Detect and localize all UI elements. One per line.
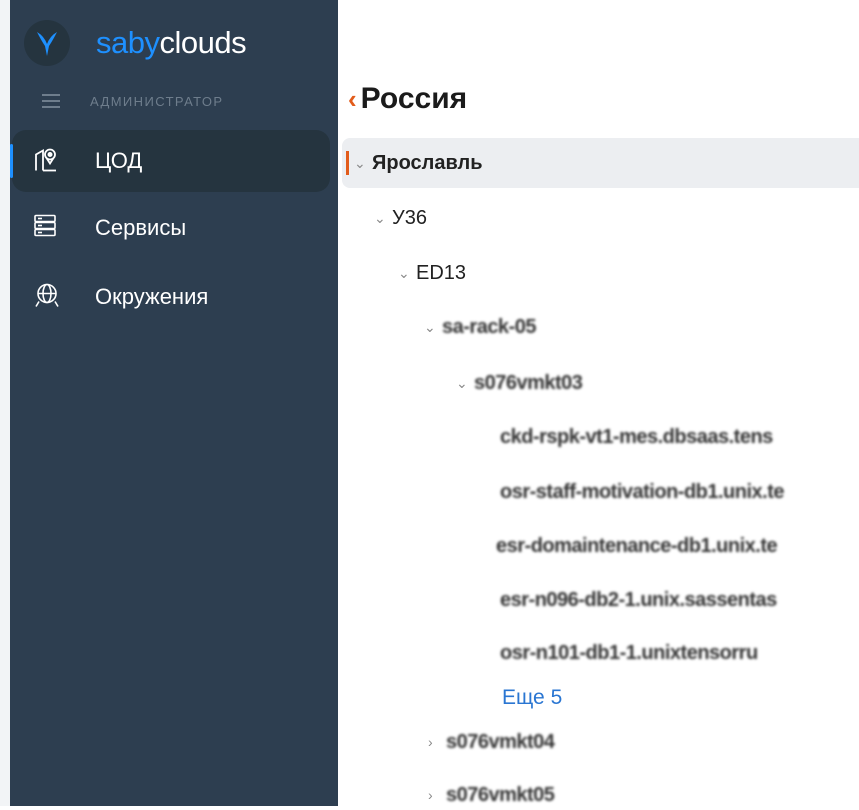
sidebar-item-label: ЦОД: [95, 148, 143, 173]
tree-leaf[interactable]: esr-domaintenance-db1.unix.te: [496, 531, 778, 561]
chevron-down-icon[interactable]: ⌄: [424, 319, 438, 336]
chevron-right-icon[interactable]: ›: [428, 787, 442, 803]
tree-node-label-redacted: s076vmkt04: [446, 730, 555, 753]
tree-node-collapsed[interactable]: › s076vmkt04: [428, 727, 555, 757]
chevron-down-icon[interactable]: ⌄: [398, 265, 412, 282]
tree-leaf-label-redacted: esr-domaintenance-db1.unix.te: [496, 534, 778, 557]
tree-leaf[interactable]: osr-staff-motivation-db1.unix.te: [500, 477, 785, 507]
page-header: ‹ Россия: [348, 82, 467, 116]
tree-node-rack[interactable]: ⌄ sa-rack-05: [424, 312, 536, 342]
tree-node-label: ED13: [416, 261, 467, 284]
tree-leaf[interactable]: ckd-rspk-vt1-mes.dbsaas.tens: [500, 422, 773, 452]
tree-node-label-redacted: s076vmkt05: [446, 783, 555, 806]
logo-saby-text: saby: [96, 25, 160, 60]
role-row: АДМИНИСТРАТОР: [42, 88, 224, 114]
chevron-down-icon[interactable]: ⌄: [354, 155, 368, 172]
sidebar-item-services[interactable]: Сервисы: [12, 197, 330, 259]
logo-text: sabyclouds: [96, 25, 247, 61]
selection-marker: [346, 151, 349, 175]
tree-leaf[interactable]: osr-n101-db1-1.unixtensorru: [500, 638, 758, 668]
back-chevron-icon[interactable]: ‹: [348, 84, 357, 115]
tree-node-city[interactable]: ⌄ Ярославль: [354, 148, 483, 178]
tree-node-label: У36: [392, 206, 427, 229]
datacenter-location-icon: [34, 146, 58, 177]
active-item-marker: [10, 144, 13, 178]
tree-node-building[interactable]: ⌄ У36: [374, 203, 427, 233]
main-content: ‹ Россия ⌄ Ярославль ⌄ У36 ⌄ ED13 ⌄ sa-r…: [338, 0, 859, 806]
chevron-right-icon[interactable]: ›: [428, 734, 442, 750]
show-more-link[interactable]: Еще 5: [502, 683, 562, 713]
tree-leaf-label-redacted: ckd-rspk-vt1-mes.dbsaas.tens: [500, 425, 773, 448]
logo-clouds-text: clouds: [159, 25, 247, 60]
tree-leaf-label-redacted: esr-n096-db2-1.unix.sassentas: [500, 588, 777, 611]
environment-globe-icon: [34, 282, 60, 313]
chevron-down-icon[interactable]: ⌄: [374, 210, 388, 227]
sidebar-item-label: Окружения: [95, 284, 209, 309]
tree-leaf[interactable]: esr-n096-db2-1.unix.sassentas: [500, 585, 777, 615]
show-more-label: Еще 5: [502, 686, 563, 709]
tree-node-label-redacted: sa-rack-05: [442, 315, 536, 338]
page-title: Россия: [360, 82, 468, 115]
sidebar-item-label: Сервисы: [95, 215, 187, 240]
tree-node-room[interactable]: ⌄ ED13: [398, 258, 466, 288]
tree-node-label-redacted: s076vmkt03: [474, 371, 583, 394]
tree-leaf-label-redacted: osr-staff-motivation-db1.unix.te: [500, 480, 785, 503]
saby-logo-icon: [24, 20, 70, 66]
sidebar-item-datacenter[interactable]: ЦОД: [10, 130, 330, 192]
chevron-down-icon[interactable]: ⌄: [456, 375, 470, 392]
window-edge: [0, 0, 10, 806]
hamburger-menu-icon[interactable]: [42, 94, 60, 108]
sidebar-item-environments[interactable]: Окружения: [12, 266, 330, 328]
sidebar: sabyclouds АДМИНИСТРАТОР ЦОД Сервисы Окр…: [0, 0, 338, 806]
role-label: АДМИНИСТРАТОР: [90, 93, 224, 109]
tree-node-label: Ярославль: [372, 151, 483, 174]
tree-node-host[interactable]: ⌄ s076vmkt03: [456, 368, 583, 398]
services-list-icon: [34, 214, 56, 242]
logo[interactable]: sabyclouds: [24, 20, 247, 66]
tree-leaf-label-redacted: osr-n101-db1-1.unixtensorru: [500, 641, 758, 664]
